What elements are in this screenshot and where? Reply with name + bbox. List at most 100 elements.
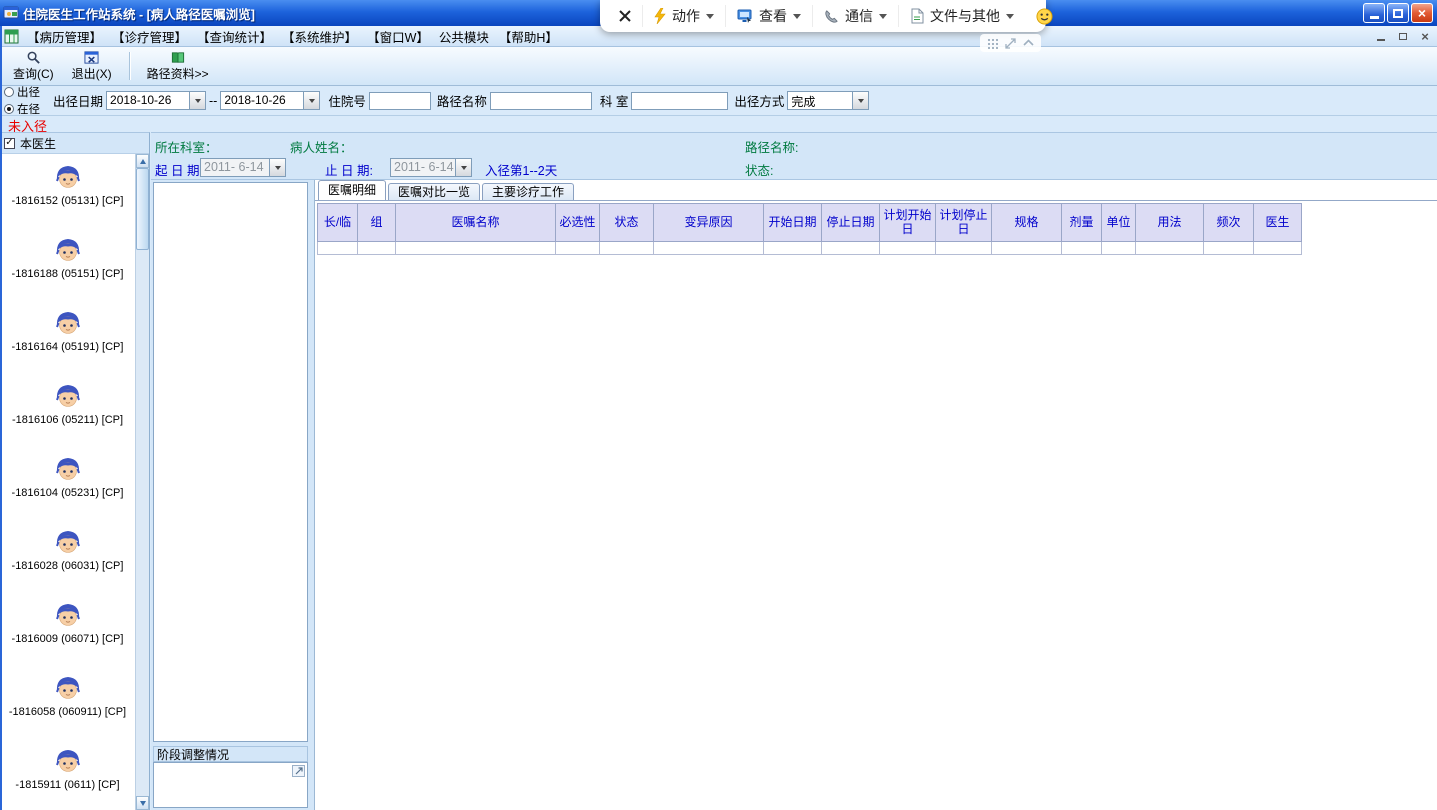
collapse-chevron-icon[interactable]: [1023, 39, 1034, 47]
path-name-input[interactable]: [489, 91, 592, 110]
scroll-down-arrow-icon[interactable]: [136, 796, 149, 810]
patient-item[interactable]: -1816106 (05211) [CP]: [0, 379, 135, 452]
patient-list: -1816152 (05131) [CP] -1816188 (05151) […: [0, 154, 135, 810]
dropdown-arrow-icon: [852, 92, 869, 109]
expand-icon[interactable]: [1005, 37, 1016, 49]
column-header[interactable]: 长/临: [317, 203, 358, 242]
grid-icon[interactable]: [987, 37, 998, 49]
column-header[interactable]: 开始日期: [763, 203, 822, 242]
lightning-icon: [654, 8, 666, 24]
app-icon: [3, 5, 19, 21]
column-header[interactable]: 单位: [1101, 203, 1136, 242]
start-date-combo[interactable]: 2011- 6-14: [200, 158, 286, 177]
patient-item[interactable]: -1816104 (05231) [CP]: [0, 452, 135, 525]
monitor-icon: [737, 9, 753, 24]
admission-no-input[interactable]: [368, 91, 431, 110]
column-header[interactable]: 状态: [599, 203, 654, 242]
end-date-combo[interactable]: 2011- 6-14: [390, 158, 472, 177]
actions-menu[interactable]: 动作: [642, 5, 725, 27]
out-mode-combo[interactable]: 完成: [787, 91, 870, 110]
column-header[interactable]: 医嘱名称: [395, 203, 556, 242]
table-cell: [555, 241, 600, 255]
table-cell: [1135, 241, 1204, 255]
menu-item[interactable]: 【帮助H】: [494, 27, 563, 46]
patient-avatar-icon: [54, 528, 82, 556]
sidebar-scrollbar[interactable]: [135, 154, 149, 810]
dept-label: 所在科室：: [155, 141, 218, 155]
exit-icon: [84, 49, 99, 65]
column-header[interactable]: 计划开始日: [879, 203, 936, 242]
patient-info-strip: 所在科室： 病人姓名： 路径名称: 起 日 期: 2011- 6-14 止 日 …: [151, 132, 1437, 180]
patient-item[interactable]: -1816188 (05151) [CP]: [0, 233, 135, 306]
stage-listbox[interactable]: [153, 182, 308, 742]
patient-item[interactable]: -1816058 (060911) [CP]: [0, 671, 135, 744]
out-mode-value: 完成: [791, 95, 816, 109]
dropdown-arrow-icon: [303, 92, 320, 109]
table-cell: [1203, 241, 1254, 255]
expand-icon[interactable]: [292, 765, 305, 777]
files-menu[interactable]: 文件与其他: [898, 5, 1025, 27]
patient-label: -1816188 (05151) [CP]: [11, 268, 124, 280]
column-header[interactable]: 变异原因: [653, 203, 764, 242]
date-to-combo[interactable]: 2018-10-26: [220, 91, 321, 110]
table-cell: [317, 241, 358, 255]
path-info-button[interactable]: 路径资料>>: [142, 49, 214, 83]
stage-notes-textarea[interactable]: [153, 762, 308, 808]
radio-in-path[interactable]: 在径: [4, 101, 50, 117]
column-header[interactable]: 频次: [1203, 203, 1254, 242]
menu-item[interactable]: 【系统维护】: [277, 27, 362, 46]
mdi-minimize-button[interactable]: [1373, 29, 1389, 43]
column-header[interactable]: 医生: [1253, 203, 1302, 242]
patient-avatar-icon: [54, 163, 82, 191]
department-input[interactable]: [631, 91, 729, 110]
maximize-button[interactable]: [1387, 3, 1409, 23]
scrollbar-thumb[interactable]: [136, 168, 149, 250]
date-from-combo[interactable]: 2018-10-26: [106, 91, 207, 110]
patient-item[interactable]: -1816152 (05131) [CP]: [0, 160, 135, 233]
patient-label: -1816058 (060911) [CP]: [8, 706, 127, 718]
menu-item[interactable]: 【查询统计】: [192, 27, 277, 46]
column-header[interactable]: 规格: [991, 203, 1062, 242]
menu-item[interactable]: 【窗口W】: [362, 27, 434, 46]
patient-item[interactable]: -1816164 (05191) [CP]: [0, 306, 135, 379]
menu-item[interactable]: 【诊疗管理】: [107, 27, 192, 46]
doctor-filter-checkbox[interactable]: ✓ 本医生: [0, 133, 149, 154]
menu-item[interactable]: 公共模块: [434, 27, 494, 46]
dropdown-arrow-icon: [455, 159, 471, 176]
view-menu[interactable]: 查看: [725, 5, 812, 27]
close-button[interactable]: ×: [1411, 3, 1433, 23]
patient-avatar-icon: [54, 455, 82, 483]
scroll-up-arrow-icon[interactable]: [136, 154, 149, 168]
tab[interactable]: 医嘱明细: [318, 180, 387, 200]
table-cell: [879, 241, 936, 255]
patient-item[interactable]: -1815911 (0611) [CP]: [0, 744, 135, 810]
patient-label: -1816104 (05231) [CP]: [11, 487, 124, 499]
tab[interactable]: 主要诊疗工作: [482, 183, 575, 200]
column-header[interactable]: 剂量: [1061, 203, 1102, 242]
patient-item[interactable]: -1816028 (06031) [CP]: [0, 525, 135, 598]
column-header[interactable]: 用法: [1135, 203, 1204, 242]
tab[interactable]: 医嘱对比一览: [388, 183, 481, 200]
communication-menu[interactable]: 通信: [812, 5, 898, 27]
smiley-icon[interactable]: [1025, 5, 1064, 27]
files-label: 文件与其他: [930, 8, 1000, 24]
exit-button[interactable]: 退出(X): [67, 49, 117, 83]
query-button[interactable]: 查询(C): [8, 49, 59, 83]
minimize-button[interactable]: [1363, 3, 1385, 23]
menu-item[interactable]: 【病历管理】: [22, 27, 107, 46]
patient-sidebar: ✓ 本医生 -1816152 (05131) [CP] -1816188 (05…: [0, 132, 150, 810]
mdi-close-button[interactable]: ×: [1417, 29, 1433, 44]
filter-bar: 出径 在径 出径日期 2018-10-26 -- 2018-10-26 住院号 …: [0, 86, 1437, 116]
overlay-close-icon[interactable]: [608, 9, 642, 23]
column-header[interactable]: 组: [357, 203, 396, 242]
stage-panel-header: 阶段调整情况: [153, 746, 308, 762]
column-header[interactable]: 停止日期: [821, 203, 880, 242]
title-bar: 住院医生工作站系统 - [病人路径医嘱浏览] 动作 查看 通信 文件与其他 ×: [0, 0, 1437, 32]
patient-item[interactable]: -1816009 (06071) [CP]: [0, 598, 135, 671]
orders-header-row: 长/临组医嘱名称 必选性 状态 变异原因 开始日期 停止日期 计划开始日 计划停止日 规格 剂量单…: [317, 203, 1302, 242]
radio-out-path[interactable]: 出径: [4, 84, 50, 100]
column-header[interactable]: 必选性: [555, 203, 600, 242]
exit-label: 退出(X): [71, 67, 112, 81]
mdi-restore-button[interactable]: [1395, 29, 1411, 43]
column-header[interactable]: 计划停止日: [935, 203, 992, 242]
